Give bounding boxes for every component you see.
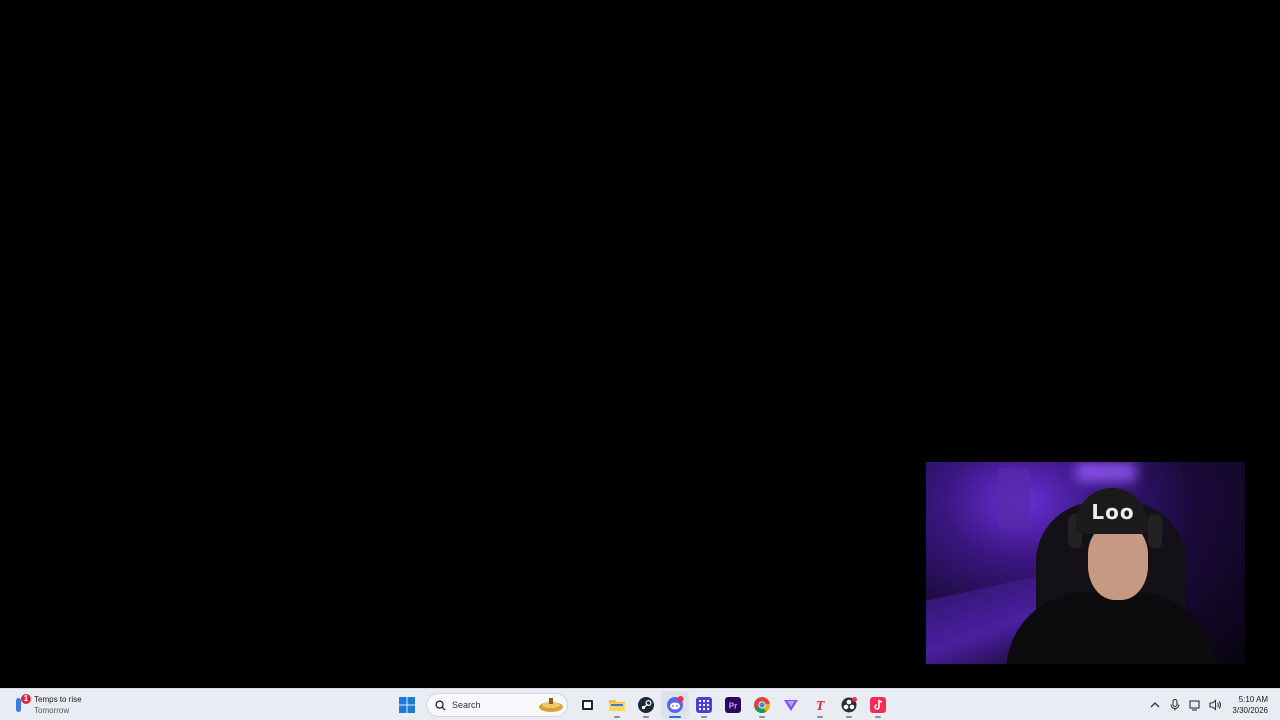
show-hidden-icons-button[interactable] bbox=[1146, 696, 1164, 714]
search-highlight-icon bbox=[539, 698, 563, 712]
search-label: Search bbox=[452, 700, 481, 710]
app-grid-button[interactable] bbox=[690, 691, 718, 719]
steam-button[interactable] bbox=[632, 691, 660, 719]
vpn-icon bbox=[784, 700, 798, 711]
room-light bbox=[1076, 462, 1136, 482]
clock-button[interactable]: 5:10 AM 3/30/2026 bbox=[1232, 694, 1268, 716]
thermometer-icon: 1 bbox=[12, 694, 31, 714]
task-view-button[interactable] bbox=[574, 691, 602, 719]
weather-widget[interactable]: 1 Temps to rise Tomorrow bbox=[12, 692, 82, 718]
volume-button[interactable] bbox=[1206, 696, 1224, 714]
grid-app-icon bbox=[696, 697, 712, 713]
search-icon bbox=[435, 699, 446, 711]
tiktok-icon bbox=[870, 697, 886, 713]
tiktok-button[interactable] bbox=[864, 691, 892, 719]
vpn-button[interactable] bbox=[777, 691, 805, 719]
search-box[interactable]: Search bbox=[426, 693, 568, 717]
discord-button[interactable] bbox=[661, 691, 689, 719]
weather-title: Temps to rise bbox=[34, 694, 82, 704]
taskbar: 1 Temps to rise Tomorrow Search Pr T 5:1… bbox=[0, 688, 1280, 720]
weather-subtitle: Tomorrow bbox=[34, 705, 70, 715]
t-app-icon: T bbox=[816, 699, 826, 713]
person-face bbox=[1088, 524, 1148, 600]
clock-date: 3/30/2026 bbox=[1232, 706, 1268, 715]
file-explorer-button[interactable] bbox=[603, 691, 631, 719]
obs-button[interactable] bbox=[835, 691, 863, 719]
chrome-icon bbox=[754, 697, 770, 713]
premiere-icon-label: Pr bbox=[729, 702, 737, 711]
beanie-text: Loo bbox=[1091, 500, 1135, 524]
background-door bbox=[998, 468, 1030, 528]
network-button[interactable] bbox=[1186, 696, 1204, 714]
premiere-pro-button[interactable]: Pr bbox=[719, 691, 747, 719]
taskbar-center: Search Pr T bbox=[393, 691, 893, 719]
obs-icon bbox=[841, 697, 857, 713]
microphone-button[interactable] bbox=[1166, 696, 1184, 714]
task-view-icon bbox=[582, 700, 593, 710]
weather-alert-badge: 1 bbox=[21, 694, 31, 704]
webcam-overlay: Loo bbox=[926, 462, 1245, 664]
headphone-right bbox=[1148, 514, 1162, 548]
microphone-icon bbox=[1170, 699, 1180, 711]
t-app-button[interactable]: T bbox=[806, 691, 834, 719]
discord-icon bbox=[667, 696, 684, 713]
chevron-up-icon bbox=[1150, 702, 1160, 708]
steam-icon bbox=[638, 697, 654, 713]
chrome-button[interactable] bbox=[748, 691, 776, 719]
start-button[interactable] bbox=[393, 691, 421, 719]
premiere-icon: Pr bbox=[725, 697, 741, 713]
clock-time: 5:10 AM bbox=[1238, 695, 1268, 704]
windows-logo-icon bbox=[399, 697, 415, 713]
speaker-icon bbox=[1209, 699, 1221, 711]
network-icon bbox=[1189, 700, 1200, 711]
system-tray: 5:10 AM 3/30/2026 bbox=[1144, 691, 1268, 719]
folder-icon bbox=[609, 700, 625, 711]
t-app-label: T bbox=[816, 699, 826, 713]
